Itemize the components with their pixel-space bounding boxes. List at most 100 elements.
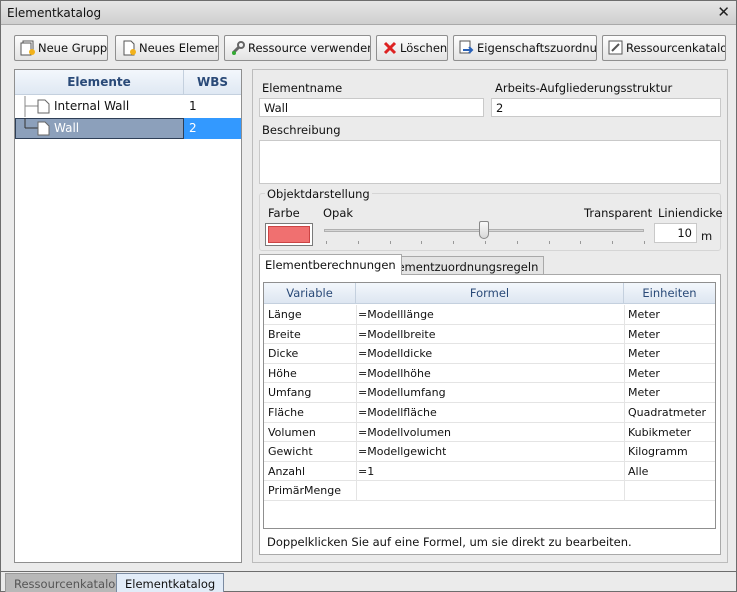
object-display-group [259,193,721,251]
tab-element-calculations[interactable]: Elementberechnungen [259,254,402,275]
formula-cell[interactable]: =Modellumfang [358,383,446,402]
tree-header-wbs: WBS [184,70,241,95]
new-element-button[interactable]: Neues Element [115,35,219,61]
element-tree: Elemente WBS Internal Wall 1 Wall 2 [14,69,242,563]
table-row[interactable]: Gewicht =Modellgewicht Kilogramm [264,442,715,463]
slider-tick [326,241,327,244]
unit-cell: Kubikmeter [628,425,692,439]
tab-element-assignment-rules[interactable]: Elementzuordnungsregeln [381,256,545,276]
line-thickness-label: Liniendicke [658,206,723,220]
new-element-label: Neues Element [139,41,219,55]
resource-catalog-button[interactable]: Ressourcenkatalog [602,35,726,61]
formula-cell[interactable]: =Modellfläche [358,403,437,422]
col-header-unit[interactable]: Einheiten [624,283,715,304]
new-group-label: Neue Gruppe [38,41,108,55]
close-icon[interactable]: ✕ [717,3,730,21]
description-field[interactable] [259,140,721,184]
line-thickness-field[interactable]: 10 [654,223,697,243]
unit-cell: Kilogramm [628,445,688,459]
transparent-label: Transparent [584,206,653,220]
window-title: Elementkatalog [7,6,102,20]
title-bar: Elementkatalog ✕ [1,1,736,25]
table-row[interactable]: PrimärMenge [264,481,715,502]
unit-cell: Meter [628,327,660,341]
catalog-icon [608,40,624,56]
slider-tick [612,241,614,244]
slider-tick [357,241,359,244]
bottom-tab-element-catalog[interactable]: Elementkatalog [116,573,225,592]
table-row[interactable]: Dicke =Modelldicke Meter [264,344,715,365]
color-swatch[interactable] [265,223,313,246]
hint-text: Doppelklicken Sie auf eine Formel, um si… [267,535,632,549]
line-unit-label: m [701,229,713,243]
tree-header-elements: Elemente [15,70,184,95]
tree-item-label: Internal Wall [54,99,130,113]
property-mapping-button[interactable]: Eigenschaftszuordnung [453,35,597,61]
variable-cell: PrimärMenge [268,484,341,498]
tree-item-wall[interactable]: Wall 2 [15,118,241,139]
unit-cell: Quadratmeter [628,406,707,419]
table-row[interactable]: Fläche =Modellfläche Quadratmeter [264,403,715,423]
formula-cell[interactable]: =Modellbreite [358,325,435,344]
tree-item-label: Wall [54,121,80,135]
unit-cell: Meter [628,366,660,380]
tree-item-internal-wall[interactable]: Internal Wall 1 [15,96,241,117]
table-row[interactable]: Höhe =Modellhöhe Meter [264,363,715,384]
table-row[interactable]: Länge =Modelllänge Meter [264,305,715,325]
unit-cell: Meter [628,347,660,361]
formula-cell[interactable]: =Modellvolumen [358,423,451,442]
slider-tick [548,241,550,244]
slider-tick [485,241,486,244]
delete-button[interactable]: Löschen [376,35,448,61]
unit-cell: Alle [628,464,649,478]
slider-thumb[interactable] [479,221,489,239]
variable-cell: Gewicht [268,445,313,459]
slider-tick [453,241,455,244]
col-header-formula[interactable]: Formel [356,283,624,304]
formula-cell[interactable]: =Modelldicke [358,344,432,363]
table-row[interactable]: Breite =Modellbreite Meter [264,324,715,345]
variable-cell: Anzahl [268,464,306,478]
slider-tick [516,241,518,244]
table-row[interactable]: Umfang =Modellumfang Meter [264,383,715,404]
formula-cell[interactable]: =1 [358,462,374,481]
new-element-icon [121,40,137,56]
color-label: Farbe [268,206,300,220]
variable-cell: Dicke [268,347,299,361]
delete-icon [382,40,398,56]
element-catalog-window: Elementkatalog ✕ Neue Gruppe Neues Eleme… [0,0,737,592]
bottom-tab-resource-catalog[interactable]: Ressourcenkatalog [5,573,132,592]
formula-cell[interactable]: =Modellhöhe [358,364,431,383]
document-icon [37,121,50,136]
use-resource-label: Ressource verwenden [248,41,371,55]
opaque-label: Opak [323,206,354,220]
slider-tick [421,241,423,244]
tree-item-wbs: 2 [189,121,197,135]
col-header-variable[interactable]: Variable [264,283,356,304]
wbs-field[interactable]: 2 [491,98,721,117]
document-icon [37,99,50,114]
property-mapping-icon [459,40,475,56]
slider-tick [580,241,582,244]
variable-cell: Länge [268,308,302,321]
wrench-icon [230,40,246,56]
formula-cell[interactable]: =Modellgewicht [358,442,446,461]
table-row[interactable]: Anzahl =1 Alle [264,461,715,482]
use-resource-button[interactable]: Ressource verwenden ▼ [224,35,371,61]
element-name-field[interactable]: Wall [259,98,484,117]
resource-catalog-label: Ressourcenkatalog [626,41,726,55]
variable-cell: Breite [268,327,301,341]
slider-tick [389,241,391,244]
property-mapping-label: Eigenschaftszuordnung [477,41,597,55]
table-row[interactable]: Volumen =Modellvolumen Kubikmeter [264,422,715,443]
formula-cell[interactable]: =Modelllänge [358,305,434,324]
variable-cell: Höhe [268,366,297,380]
tree-item-wbs: 1 [189,99,197,113]
element-name-label: Elementname [262,81,343,95]
delete-label: Löschen [400,41,448,55]
variable-cell: Fläche [268,406,304,419]
unit-cell: Meter [628,386,660,400]
new-group-icon [20,40,36,56]
slider-tick [644,241,645,244]
new-group-button[interactable]: Neue Gruppe [14,35,108,61]
